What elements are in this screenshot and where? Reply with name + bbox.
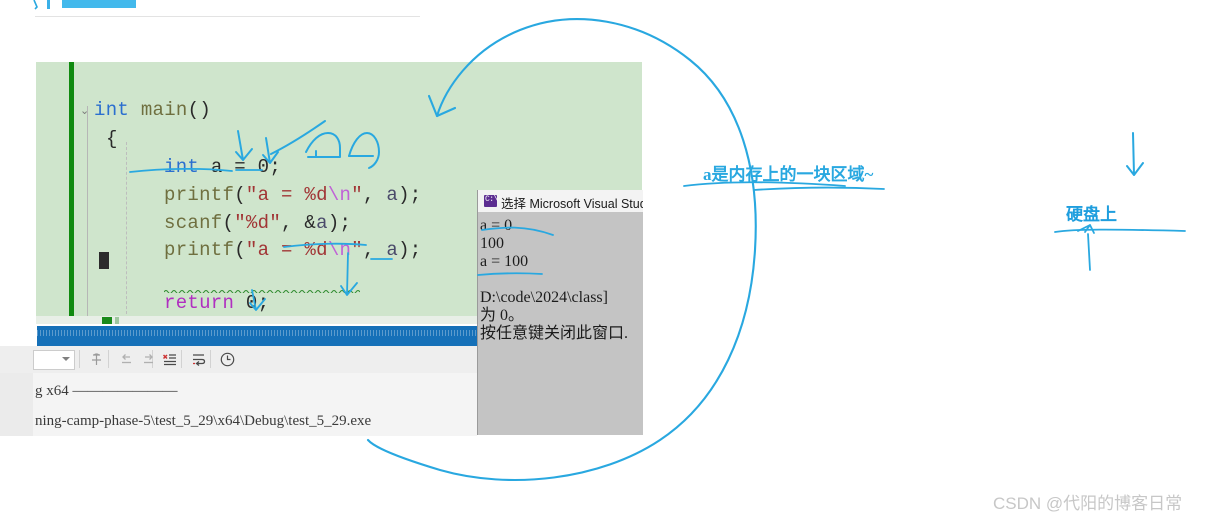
code-token: a [316,212,328,234]
code-line: int a = 0; [164,158,281,177]
console-line: 按任意键关闭此窗口. [480,325,629,342]
code-token: , [362,184,387,206]
clear-output-icon[interactable] [161,351,178,368]
code-token: "a = %d [245,184,328,206]
output-line: g x64 ——————— [35,383,178,399]
code-line: printf("a = %d\n", a); [164,186,421,205]
navigate-forward-icon[interactable] [140,351,157,368]
indent-guide-inner [126,142,128,324]
code-token: "a = %d [245,239,328,261]
code-line: { [106,130,118,149]
console-window-title: 选择 Microsoft Visual Studio [501,197,643,211]
code-token: 0; [245,292,270,314]
console-app-icon: C:\ [484,195,498,207]
console-line: a = 100 [480,253,529,270]
code-token: " [351,239,363,261]
annotation-disk-note: 硬盘上 [1066,205,1117,224]
ink-stroke-top-caret [33,0,38,10]
code-token: scanf [164,212,223,234]
annotation-memory-note: a是内存上的一块区域~ [703,165,874,184]
code-line: printf("a = %d\n", a); [164,241,421,260]
console-cursor-block [99,252,109,269]
code-token: ); [327,212,352,234]
code-token: ( [234,184,246,206]
code-token: ); [398,239,422,261]
spelling-squiggle-icon [164,290,360,293]
console-line: D:\code\2024\class] [480,289,608,306]
show-timestamps-icon[interactable] [219,351,236,368]
toolbar-separator [181,350,182,368]
top-divider [35,16,420,17]
code-token: a = 0; [210,156,282,178]
code-token: , [362,239,387,261]
code-token: () [187,99,212,121]
code-line: return 0; [164,294,269,313]
code-token: a [386,239,399,261]
code-token: int [164,156,211,178]
chevron-down-icon [62,357,70,361]
ink-stroke-top-tick [47,0,50,9]
code-token: , & [281,212,317,234]
navigate-back-icon[interactable] [118,351,135,368]
code-token: " [351,184,363,206]
scrollbar-marker-grey [115,317,119,324]
code-token: printf [164,239,235,261]
top-fragment-strip [0,0,430,18]
toolbar-separator [108,350,109,368]
toolbar-separator [210,350,211,368]
output-line: ning-camp-phase-5\test_5_29\x64\Debug\te… [35,413,372,429]
code-token: ( [222,212,235,234]
code-line: int main() [94,101,211,120]
indent-guide-outer [87,106,88,324]
output-panel-gutter [0,373,33,436]
scrollbar-marker-green [102,317,112,324]
console-line: 100 [480,235,504,252]
chevron-down-icon[interactable]: ⌄ [80,104,89,117]
code-token: ); [398,184,422,206]
highlight-bar-fragment [62,0,136,8]
unsaved-change-bar [69,62,74,324]
code-token: printf [164,184,235,206]
code-token: main [140,99,188,121]
console-output-area[interactable]: a = 0 100 a = 100 D:\code\2024\class] 为 0。 按任… [478,212,643,435]
pin-icon[interactable] [88,351,105,368]
code-token: "%d" [234,212,282,234]
console-line: a = 0 [480,217,513,234]
code-token: return [164,292,246,314]
output-panel[interactable]: g x64 ——————— ning-camp-phase-5\test_5_29… [0,373,477,436]
code-token: int [94,99,141,121]
code-token: ( [234,239,246,261]
code-token: \n [327,239,352,261]
code-token: a [386,184,399,206]
console-window[interactable]: C:\ 选择 Microsoft Visual Studio a = 0 100 a… [477,190,643,435]
selection-blue-bar [37,326,477,346]
console-icon-label: C:\ [485,195,498,204]
toolbar-separator [79,350,80,368]
code-token: \n [327,184,352,206]
console-line: 为 0。 [480,307,525,324]
output-source-dropdown[interactable] [33,350,75,370]
csdn-watermark: CSDN @代阳的博客日常 [993,494,1183,513]
code-token: { [106,128,118,150]
word-wrap-icon[interactable] [190,351,207,368]
console-titlebar[interactable]: C:\ 选择 Microsoft Visual Studio [478,190,643,213]
code-line: scanf("%d", &a); [164,214,351,233]
